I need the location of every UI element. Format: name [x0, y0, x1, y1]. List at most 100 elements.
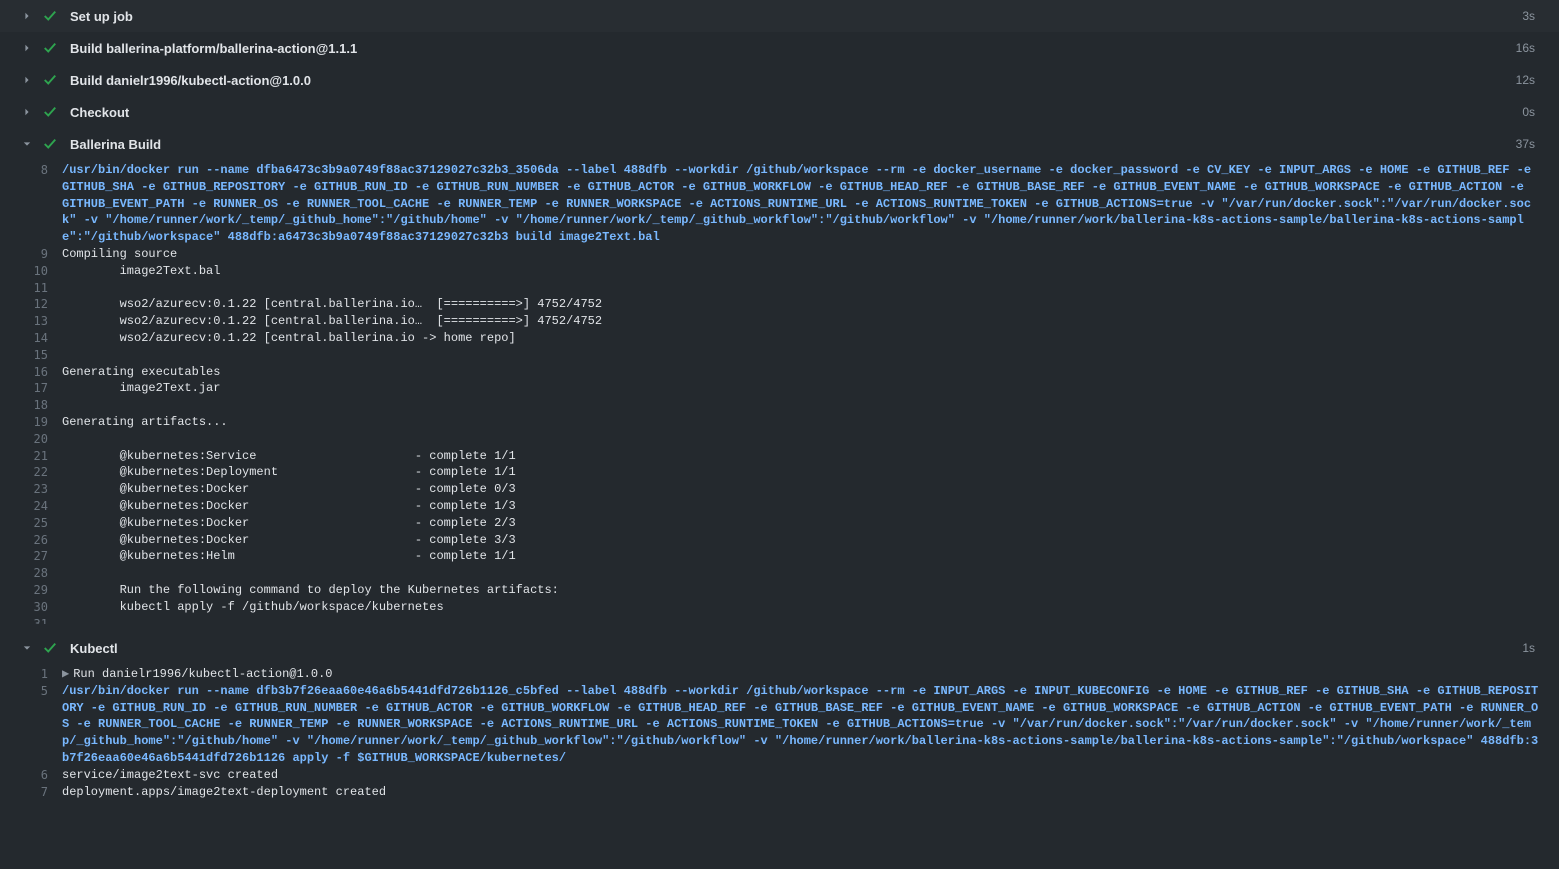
log-text: @kubernetes:Helm - complete 1/1: [62, 548, 1555, 565]
chevron-right-icon: [22, 107, 32, 117]
log-region: 1 ▶Run danielr1996/kubectl-action@1.0.0 …: [0, 664, 1559, 808]
line-number: 25: [22, 515, 62, 532]
log-line[interactable]: 9 Compiling source: [0, 246, 1555, 263]
check-icon: [42, 8, 58, 24]
line-number: 30: [22, 599, 62, 616]
log-text: service/image2text-svc created: [62, 767, 1559, 784]
line-number: 1: [22, 666, 62, 683]
check-icon: [42, 40, 58, 56]
log-line[interactable]: 15: [0, 347, 1555, 364]
log-line[interactable]: 6 service/image2text-svc created: [0, 767, 1559, 784]
line-number: 6: [22, 767, 62, 784]
log-line[interactable]: 14 wso2/azurecv:0.1.22 [central.ballerin…: [0, 330, 1555, 347]
line-number: 26: [22, 532, 62, 549]
log-text: [62, 280, 1555, 297]
line-number: 20: [22, 431, 62, 448]
step-header-1[interactable]: Build ballerina-platform/ballerina-actio…: [0, 32, 1559, 64]
log-text: [62, 431, 1555, 448]
chevron-right-icon: [22, 11, 32, 21]
line-number: 19: [22, 414, 62, 431]
step-name: Build ballerina-platform/ballerina-actio…: [70, 41, 1516, 56]
step-name: Checkout: [70, 105, 1522, 120]
check-icon: [42, 136, 58, 152]
log-text: @kubernetes:Deployment - complete 1/1: [62, 464, 1555, 481]
log-text: deployment.apps/image2text-deployment cr…: [62, 784, 1559, 801]
log-line[interactable]: 17 image2Text.jar: [0, 380, 1555, 397]
line-number: 15: [22, 347, 62, 364]
log-text: @kubernetes:Docker - complete 2/3: [62, 515, 1555, 532]
log-text: wso2/azurecv:0.1.22 [central.ballerina.i…: [62, 330, 1555, 347]
step-name: Build danielr1996/kubectl-action@1.0.0: [70, 73, 1516, 88]
log-text: image2Text.bal: [62, 263, 1555, 280]
chevron-down-icon: [22, 139, 32, 149]
line-number: 31: [22, 616, 62, 624]
log-line[interactable]: 10 image2Text.bal: [0, 263, 1555, 280]
line-number: 7: [22, 784, 62, 801]
chevron-right-icon: [22, 75, 32, 85]
log-line[interactable]: 18: [0, 397, 1555, 414]
step-header-5[interactable]: Kubectl 1s: [0, 632, 1559, 664]
line-number: 10: [22, 263, 62, 280]
log-line[interactable]: 30 kubectl apply -f /github/workspace/ku…: [0, 599, 1555, 616]
line-number: 23: [22, 481, 62, 498]
line-number: 22: [22, 464, 62, 481]
log-line[interactable]: 29 Run the following command to deploy t…: [0, 582, 1555, 599]
log-line[interactable]: 27 @kubernetes:Helm - complete 1/1: [0, 548, 1555, 565]
chevron-right-icon: ▶: [62, 667, 69, 681]
log-text: Run the following command to deploy the …: [62, 582, 1555, 599]
log-text: ▶Run danielr1996/kubectl-action@1.0.0: [62, 666, 1559, 683]
log-line[interactable]: 22 @kubernetes:Deployment - complete 1/1: [0, 464, 1555, 481]
step-header-0[interactable]: Set up job 3s: [0, 0, 1559, 32]
log-text: [62, 616, 1555, 624]
step-header-4[interactable]: Ballerina Build 37s: [0, 128, 1559, 160]
step-header-2[interactable]: Build danielr1996/kubectl-action@1.0.0 1…: [0, 64, 1559, 96]
line-number: 13: [22, 313, 62, 330]
log-line[interactable]: 26 @kubernetes:Docker - complete 3/3: [0, 532, 1555, 549]
log-line[interactable]: 28: [0, 565, 1555, 582]
line-number: 21: [22, 448, 62, 465]
step-duration: 12s: [1516, 73, 1543, 87]
log-line[interactable]: 20: [0, 431, 1555, 448]
line-number: 11: [22, 280, 62, 297]
line-number: 16: [22, 364, 62, 381]
log-line[interactable]: 31: [0, 616, 1555, 624]
step-name: Set up job: [70, 9, 1522, 24]
line-number: 24: [22, 498, 62, 515]
log-line[interactable]: 1 ▶Run danielr1996/kubectl-action@1.0.0: [0, 666, 1559, 683]
log-text: @kubernetes:Service - complete 1/1: [62, 448, 1555, 465]
step-duration: 37s: [1516, 137, 1543, 151]
log-line[interactable]: 13 wso2/azurecv:0.1.22 [central.ballerin…: [0, 313, 1555, 330]
log-line[interactable]: 12 wso2/azurecv:0.1.22 [central.ballerin…: [0, 296, 1555, 313]
log-line[interactable]: 21 @kubernetes:Service - complete 1/1: [0, 448, 1555, 465]
log-line[interactable]: 8 /usr/bin/docker run --name dfba6473c3b…: [0, 162, 1555, 246]
step-duration: 0s: [1522, 105, 1543, 119]
check-icon: [42, 104, 58, 120]
log-line[interactable]: 11: [0, 280, 1555, 297]
log-text: kubectl apply -f /github/workspace/kuber…: [62, 599, 1555, 616]
log-line[interactable]: 7 deployment.apps/image2text-deployment …: [0, 784, 1559, 801]
log-line[interactable]: 25 @kubernetes:Docker - complete 2/3: [0, 515, 1555, 532]
step-duration: 16s: [1516, 41, 1543, 55]
line-number: 9: [22, 246, 62, 263]
log-line[interactable]: 16 Generating executables: [0, 364, 1555, 381]
line-number: 29: [22, 582, 62, 599]
log-line[interactable]: 19 Generating artifacts...: [0, 414, 1555, 431]
line-number: 28: [22, 565, 62, 582]
line-number: 18: [22, 397, 62, 414]
log-text: Generating artifacts...: [62, 414, 1555, 431]
log-text: wso2/azurecv:0.1.22 [central.ballerina.i…: [62, 313, 1555, 330]
step-duration: 1s: [1522, 641, 1543, 655]
step-name: Kubectl: [70, 641, 1522, 656]
log-text: @kubernetes:Docker - complete 1/3: [62, 498, 1555, 515]
log-text: Generating executables: [62, 364, 1555, 381]
check-icon: [42, 72, 58, 88]
log-line[interactable]: 5 /usr/bin/docker run --name dfb3b7f26ea…: [0, 683, 1559, 767]
log-text: image2Text.jar: [62, 380, 1555, 397]
chevron-down-icon: [22, 643, 32, 653]
step-header-3[interactable]: Checkout 0s: [0, 96, 1559, 128]
log-line[interactable]: 24 @kubernetes:Docker - complete 1/3: [0, 498, 1555, 515]
line-number: 8: [22, 162, 62, 246]
line-number: 17: [22, 380, 62, 397]
log-scroll-region[interactable]: 8 /usr/bin/docker run --name dfba6473c3b…: [0, 162, 1555, 624]
log-line[interactable]: 23 @kubernetes:Docker - complete 0/3: [0, 481, 1555, 498]
